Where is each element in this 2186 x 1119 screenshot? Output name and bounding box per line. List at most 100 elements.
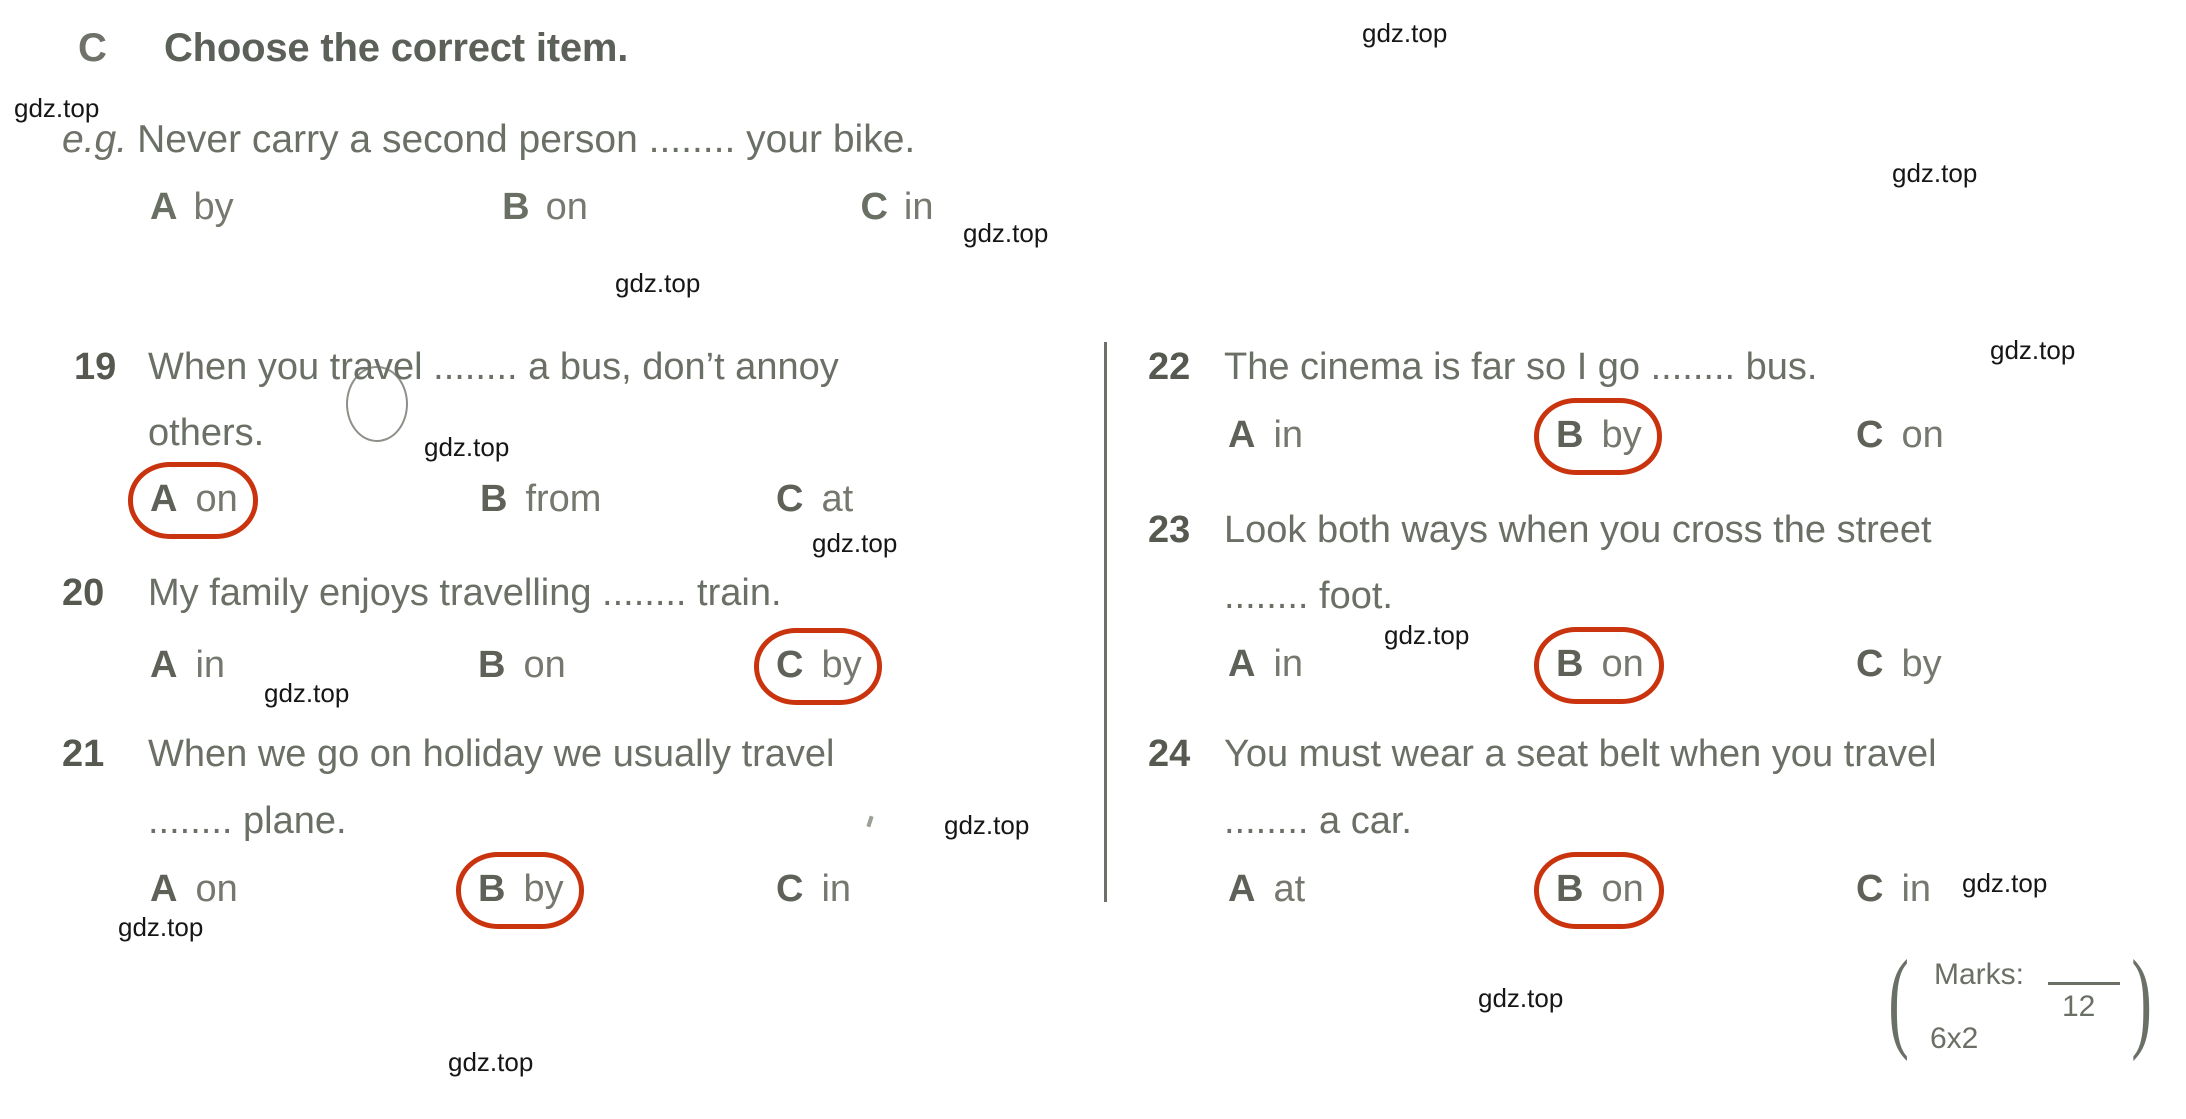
column-divider [1104, 342, 1107, 902]
question-24-option-c[interactable]: Cin [1856, 868, 1931, 911]
question-22-line-1: The cinema is far so I go ........ bus. [1224, 346, 1818, 388]
question-19-option-c-word: at [821, 478, 854, 520]
question-20-option-a-letter: A [150, 644, 178, 686]
question-21-option-c[interactable]: Cin [776, 868, 851, 911]
example-sentence: e.g. Never carry a second person ........… [62, 118, 915, 162]
watermark: gdz.top [615, 268, 701, 298]
exercise-title: Choose the correct item. [164, 26, 629, 70]
watermark: gdz.top [1962, 868, 2048, 898]
question-19-option-b-word: from [525, 478, 602, 520]
question-24-option-a-letter: A [1228, 868, 1256, 910]
question-19-option-a-letter: A [150, 478, 178, 520]
watermark: gdz.top [1990, 335, 2076, 365]
watermark: gdz.top [264, 678, 350, 708]
example-option-c-word: in [903, 186, 934, 228]
question-20-option-b[interactable]: Bon [478, 644, 566, 687]
question-19-option-a[interactable]: Aon [128, 462, 258, 539]
question-21-line-2: ........ plane. [148, 800, 347, 842]
question-20-option-a-word: in [195, 644, 226, 686]
question-22-option-b-word: by [1601, 414, 1642, 456]
question-19-option-a-word: on [195, 478, 238, 520]
question-23-line-2: ........ foot. [1224, 575, 1393, 617]
watermark: gdz.top [1892, 158, 1978, 188]
question-21-option-b[interactable]: Bby [456, 852, 584, 929]
question-21-option-a[interactable]: Aon [150, 868, 238, 911]
question-21-option-c-letter: C [776, 868, 804, 910]
question-21-number: 21 [62, 733, 105, 775]
question-20-line-1: My family enjoys travelling ........ tra… [148, 572, 782, 614]
example-option-a-word: by [193, 186, 234, 228]
question-23-option-a-word: in [1273, 643, 1304, 685]
question-22-option-a-letter: A [1228, 414, 1256, 456]
example-option-b-letter: B [502, 186, 530, 228]
question-24-line-2: ........ a car. [1224, 800, 1412, 842]
question-20-option-c-word: by [821, 644, 862, 686]
example-label: e.g. [62, 118, 128, 161]
example-option-c[interactable]: Cin [860, 186, 933, 229]
question-21-option-a-letter: A [150, 868, 178, 910]
question-20-number: 20 [62, 572, 105, 614]
question-24-option-a-word: at [1273, 868, 1306, 910]
example-option-a[interactable]: Aby [150, 186, 234, 229]
example-option-c-letter: C [860, 186, 888, 228]
example-option-b[interactable]: Bon [502, 186, 588, 229]
watermark: gdz.top [118, 912, 204, 942]
question-22-option-c[interactable]: Con [1856, 414, 1944, 457]
question-23-option-a[interactable]: Ain [1228, 643, 1303, 686]
watermark: gdz.top [812, 528, 898, 558]
exercise-letter: C [78, 26, 107, 70]
question-23-option-b-word: on [1601, 643, 1644, 685]
question-20-option-c-letter: C [776, 644, 804, 686]
question-23-option-c[interactable]: Cby [1856, 643, 1942, 686]
question-23-option-b[interactable]: Bon [1534, 627, 1664, 704]
question-23-number: 23 [1148, 509, 1191, 551]
marks-label: Marks: [1934, 958, 2024, 991]
question-23-line-1: Look both ways when you cross the street [1224, 509, 1932, 551]
question-21-line-1: When we go on holiday we usually travel [148, 733, 835, 775]
question-23-option-c-letter: C [1856, 643, 1884, 685]
question-21-option-b-letter: B [478, 868, 506, 910]
marks-paren-right-icon: ) [2131, 938, 2152, 1062]
example-option-b-word: on [545, 186, 588, 228]
question-19-option-b-letter: B [480, 478, 508, 520]
exercise-header: C Choose the correct item. [78, 26, 628, 71]
question-24-line-1: You must wear a seat belt when you trave… [1224, 733, 1937, 775]
watermark: gdz.top [963, 218, 1049, 248]
question-24-option-b[interactable]: Bon [1534, 852, 1664, 929]
question-22-option-a[interactable]: Ain [1228, 414, 1303, 457]
question-22-option-c-letter: C [1856, 414, 1884, 456]
watermark: gdz.top [944, 810, 1030, 840]
question-20-option-b-word: on [523, 644, 566, 686]
question-20-option-b-letter: B [478, 644, 506, 686]
watermark: gdz.top [1478, 983, 1564, 1013]
watermark: gdz.top [14, 93, 100, 123]
question-23-option-b-letter: B [1556, 643, 1584, 685]
question-20-option-a[interactable]: Ain [150, 644, 225, 687]
marks-weight: 6x2 [1930, 1022, 1979, 1055]
watermark: gdz.top [1362, 18, 1448, 48]
question-19-option-b[interactable]: Bfrom [480, 478, 601, 521]
question-22-option-b-letter: B [1556, 414, 1584, 456]
question-24-option-c-letter: C [1856, 868, 1884, 910]
question-24-option-a[interactable]: Aat [1228, 868, 1305, 911]
watermark: gdz.top [424, 432, 510, 462]
question-21-option-b-word: by [523, 868, 564, 910]
question-19-option-c[interactable]: Cat [776, 478, 853, 521]
question-24-number: 24 [1148, 733, 1191, 775]
question-21-option-a-word: on [195, 868, 238, 910]
example-option-a-letter: A [150, 186, 178, 228]
question-22-option-b[interactable]: Bby [1534, 398, 1662, 475]
question-19-line-2: others. [148, 412, 265, 454]
question-24-option-c-word: in [1901, 868, 1932, 910]
question-23-option-c-word: by [1901, 643, 1942, 685]
question-24-option-b-word: on [1601, 868, 1644, 910]
question-22-number: 22 [1148, 346, 1191, 388]
question-20-option-c[interactable]: Cby [754, 628, 882, 705]
question-21-option-c-word: in [821, 868, 852, 910]
question-22-option-c-word: on [1901, 414, 1944, 456]
question-19-number: 19 [74, 346, 117, 388]
scan-speck [866, 815, 874, 828]
marks-paren-left-icon: ( [1888, 938, 1909, 1062]
example-text: Never carry a second person ........ you… [137, 118, 916, 161]
question-19-line-1: When you travel ........ a bus, don’t an… [148, 346, 839, 388]
